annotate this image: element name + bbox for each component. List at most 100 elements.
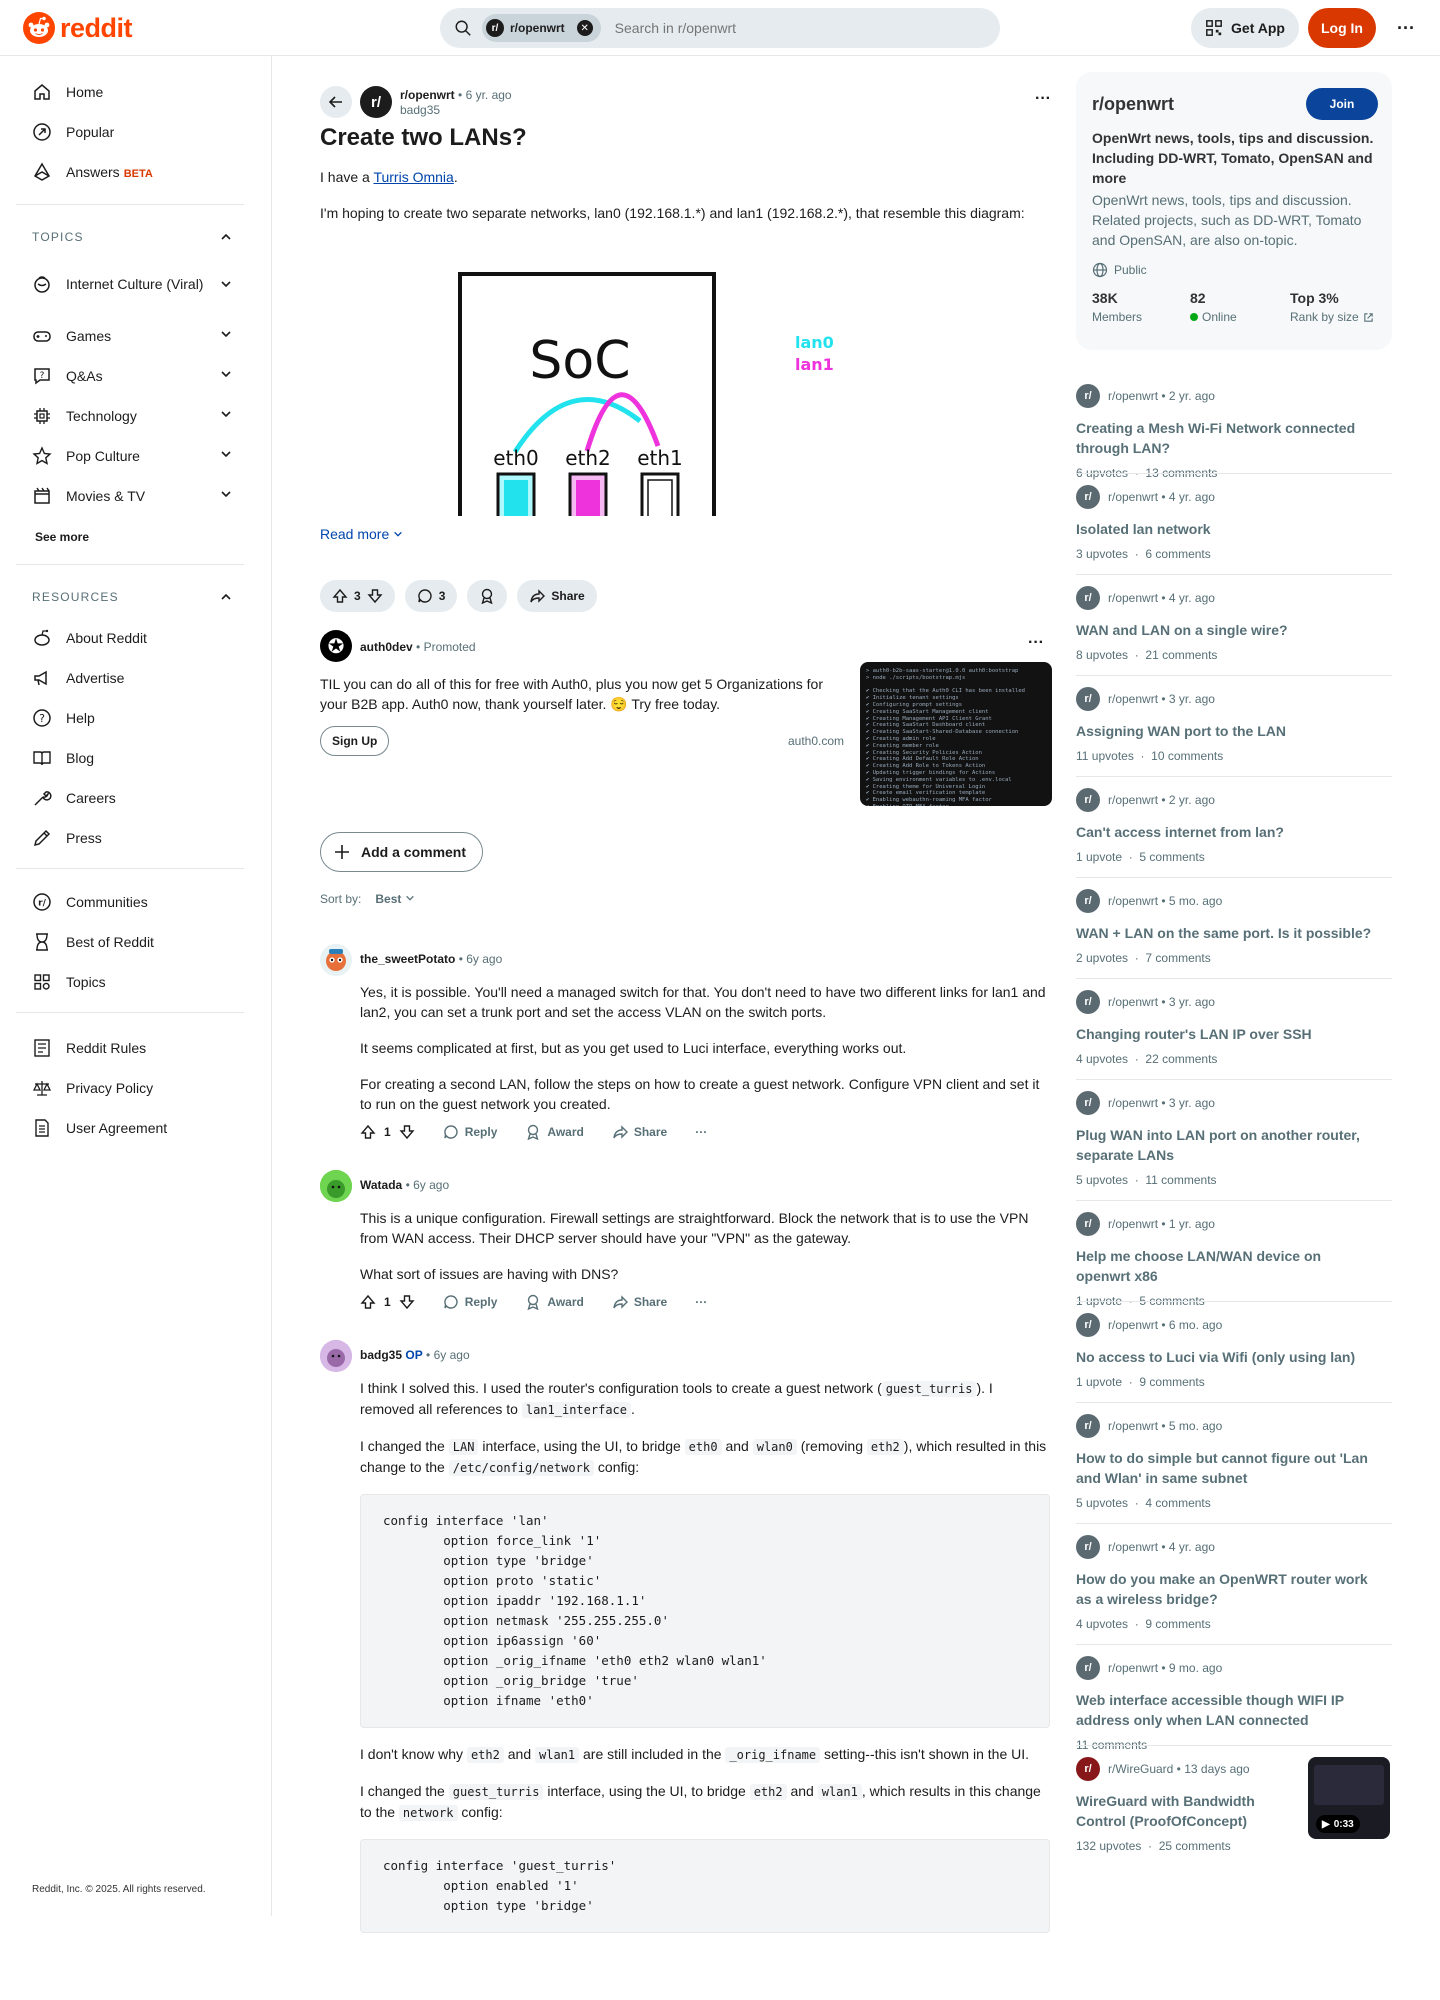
search-bar[interactable]: r/ r/openwrt ✕ [440, 8, 1000, 48]
related-post-subreddit[interactable]: r/r/openwrt • 3 yr. ago [1076, 990, 1392, 1014]
see-more-link[interactable]: See more [35, 530, 89, 544]
related-post[interactable]: r/r/openwrt • 4 yr. ago How do you make a… [1076, 1535, 1392, 1631]
related-post[interactable]: r/r/openwrt • 3 yr. ago Assigning WAN por… [1076, 687, 1392, 763]
related-post-subreddit[interactable]: r/r/openwrt • 2 yr. ago [1076, 788, 1392, 812]
related-post[interactable]: r/r/openwrt • 9 mo. ago Web interface acc… [1076, 1656, 1392, 1752]
comment-author[interactable]: badg35 [360, 1348, 402, 1362]
avatar[interactable] [320, 1340, 352, 1372]
related-post-subreddit[interactable]: r/r/openwrt • 5 mo. ago [1076, 889, 1392, 913]
share-button[interactable]: Share [517, 580, 597, 612]
related-post[interactable]: r/r/openwrt • 2 yr. ago Can't access inte… [1076, 788, 1392, 864]
nav-home[interactable]: Home [32, 72, 242, 112]
subreddit-search-chip[interactable]: r/ r/openwrt ✕ [482, 14, 601, 42]
related-post-title[interactable]: WAN and LAN on a single wire? [1076, 620, 1376, 640]
read-more-link[interactable]: Read more [320, 526, 403, 542]
resource-about-reddit[interactable]: About Reddit [32, 618, 242, 658]
topic-qas[interactable]: ? Q&As [32, 356, 242, 396]
related-post-subreddit[interactable]: r/r/openwrt • 4 yr. ago [1076, 1535, 1392, 1559]
related-post-title[interactable]: How do you make an OpenWRT router work a… [1076, 1569, 1376, 1609]
resource-press[interactable]: Press [32, 818, 242, 858]
comment-author[interactable]: the_sweetPotato [360, 952, 455, 966]
subreddit-icon[interactable]: r/ [360, 86, 392, 118]
related-post-title[interactable]: Web interface accessible though WIFI IP … [1076, 1690, 1376, 1730]
comment-overflow-icon[interactable]: ··· [695, 1295, 707, 1309]
related-post-title[interactable]: Can't access internet from lan? [1076, 822, 1376, 842]
related-post[interactable]: r/r/openwrt • 4 yr. ago WAN and LAN on a … [1076, 586, 1392, 662]
add-comment-button[interactable]: Add a comment [320, 832, 484, 872]
post-author-link[interactable]: badg35 [400, 103, 440, 117]
login-button[interactable]: Log In [1308, 8, 1376, 48]
more-options-icon[interactable]: ··· [1386, 8, 1426, 48]
community-name[interactable]: r/openwrt [1092, 94, 1174, 115]
downvote-icon[interactable] [367, 588, 383, 604]
related-post-subreddit[interactable]: r/r/openwrt • 9 mo. ago [1076, 1656, 1392, 1680]
award-button[interactable]: Award [525, 1124, 584, 1140]
related-post-title[interactable]: How to do simple but cannot figure out '… [1076, 1448, 1376, 1488]
share-button[interactable]: Share [612, 1294, 667, 1310]
turris-omnia-link[interactable]: Turris Omnia [373, 169, 453, 185]
resource-careers[interactable]: Careers [32, 778, 242, 818]
back-button[interactable] [320, 86, 352, 118]
related-post-subreddit[interactable]: r/r/openwrt • 1 yr. ago [1076, 1212, 1392, 1236]
topics-header[interactable]: TOPICS [32, 230, 232, 244]
award-button[interactable]: Award [525, 1294, 584, 1310]
promoted-post[interactable]: ✪ auth0dev • Promoted ··· TIL you can do… [320, 630, 1060, 830]
related-post-subreddit[interactable]: r/r/openwrt • 4 yr. ago [1076, 485, 1392, 509]
promo-overflow-icon[interactable]: ··· [1028, 634, 1044, 652]
nav-communities[interactable]: r/ Communities [32, 882, 242, 922]
related-post-title[interactable]: Help me choose LAN/WAN device on openwrt… [1076, 1246, 1376, 1286]
related-post[interactable]: r/r/openwrt • 3 yr. ago Changing router's… [1076, 990, 1392, 1066]
avatar[interactable] [320, 944, 352, 976]
nav-popular[interactable]: Popular [32, 112, 242, 152]
post-overflow-icon[interactable]: ··· [1035, 90, 1051, 108]
upvote-icon[interactable] [360, 1294, 376, 1310]
related-post[interactable]: r/r/openwrt • 6 mo. ago No access to Luci… [1076, 1313, 1392, 1389]
related-post-title[interactable]: Changing router's LAN IP over SSH [1076, 1024, 1376, 1044]
share-button[interactable]: Share [612, 1124, 667, 1140]
related-post-subreddit[interactable]: r/r/openwrt • 3 yr. ago [1076, 1091, 1392, 1115]
post-subreddit-link[interactable]: r/openwrt [400, 88, 455, 102]
related-post[interactable]: r/r/WireGuard • 13 days ago WireGuard wit… [1076, 1757, 1392, 1853]
reddit-logo[interactable]: reddit [23, 12, 133, 44]
resources-header[interactable]: RESOURCES [32, 590, 232, 604]
related-post[interactable]: r/r/openwrt • 4 yr. ago Isolated lan netw… [1076, 485, 1392, 561]
related-post-title[interactable]: WireGuard with Bandwidth Control (ProofO… [1076, 1791, 1296, 1831]
nav-user-agreement[interactable]: User Agreement [32, 1108, 242, 1148]
auth0-avatar[interactable]: ✪ [320, 630, 352, 662]
related-post-subreddit[interactable]: r/r/openwrt • 4 yr. ago [1076, 586, 1392, 610]
comments-button[interactable]: 3 [404, 580, 458, 612]
related-post-subreddit[interactable]: r/r/openwrt • 5 mo. ago [1076, 1414, 1392, 1438]
related-post[interactable]: r/r/openwrt • 5 mo. ago How to do simple … [1076, 1414, 1392, 1510]
comment-overflow-icon[interactable]: ··· [695, 1125, 707, 1139]
related-post-title[interactable]: Plug WAN into LAN port on another router… [1076, 1125, 1376, 1165]
upvote-icon[interactable] [360, 1124, 376, 1140]
sort-dropdown[interactable]: Best [375, 892, 414, 906]
topic-pop-culture[interactable]: Pop Culture [32, 436, 242, 476]
search-input[interactable] [614, 20, 995, 36]
nav-reddit-rules[interactable]: Reddit Rules [32, 1028, 242, 1068]
topic-movies-tv[interactable]: Movies & TV [32, 476, 242, 516]
rank-stat[interactable]: Top 3% Rank by size [1290, 290, 1374, 324]
post-diagram-image[interactable]: SoC eth0 eth2 eth1 lan0 lan1 [320, 256, 1060, 516]
topic-internet-culture[interactable]: Internet Culture (Viral) [32, 260, 242, 308]
nav-best-of-reddit[interactable]: Best of Reddit [32, 922, 242, 962]
sign-up-button[interactable]: Sign Up [320, 726, 390, 756]
resource-advertise[interactable]: Advertise [32, 658, 242, 698]
promo-terminal-image[interactable]: > auth0-b2b-saas-starter@1.0.0 auth0:boo… [860, 662, 1052, 806]
promo-domain[interactable]: auth0.com [788, 734, 844, 748]
upvote-icon[interactable] [332, 588, 348, 604]
chip-close-icon[interactable]: ✕ [576, 20, 593, 36]
topic-technology[interactable]: Technology [32, 396, 242, 436]
related-post[interactable]: r/r/openwrt • 1 yr. ago Help me choose LA… [1076, 1212, 1392, 1308]
nav-topics[interactable]: Topics [32, 962, 242, 1002]
related-post[interactable]: r/r/openwrt • 2 yr. ago Creating a Mesh W… [1076, 384, 1392, 480]
get-app-button[interactable]: Get App [1191, 8, 1299, 48]
related-post-title[interactable]: Creating a Mesh Wi-Fi Network connected … [1076, 418, 1376, 458]
related-post[interactable]: r/r/openwrt • 3 yr. ago Plug WAN into LAN… [1076, 1091, 1392, 1187]
downvote-icon[interactable] [399, 1294, 415, 1310]
related-post[interactable]: r/r/openwrt • 5 mo. ago WAN + LAN on the … [1076, 889, 1392, 965]
related-post-subreddit[interactable]: r/r/openwrt • 2 yr. ago [1076, 384, 1392, 408]
downvote-icon[interactable] [399, 1124, 415, 1140]
resource-help[interactable]: ? Help [32, 698, 242, 738]
related-post-subreddit[interactable]: r/r/openwrt • 6 mo. ago [1076, 1313, 1392, 1337]
